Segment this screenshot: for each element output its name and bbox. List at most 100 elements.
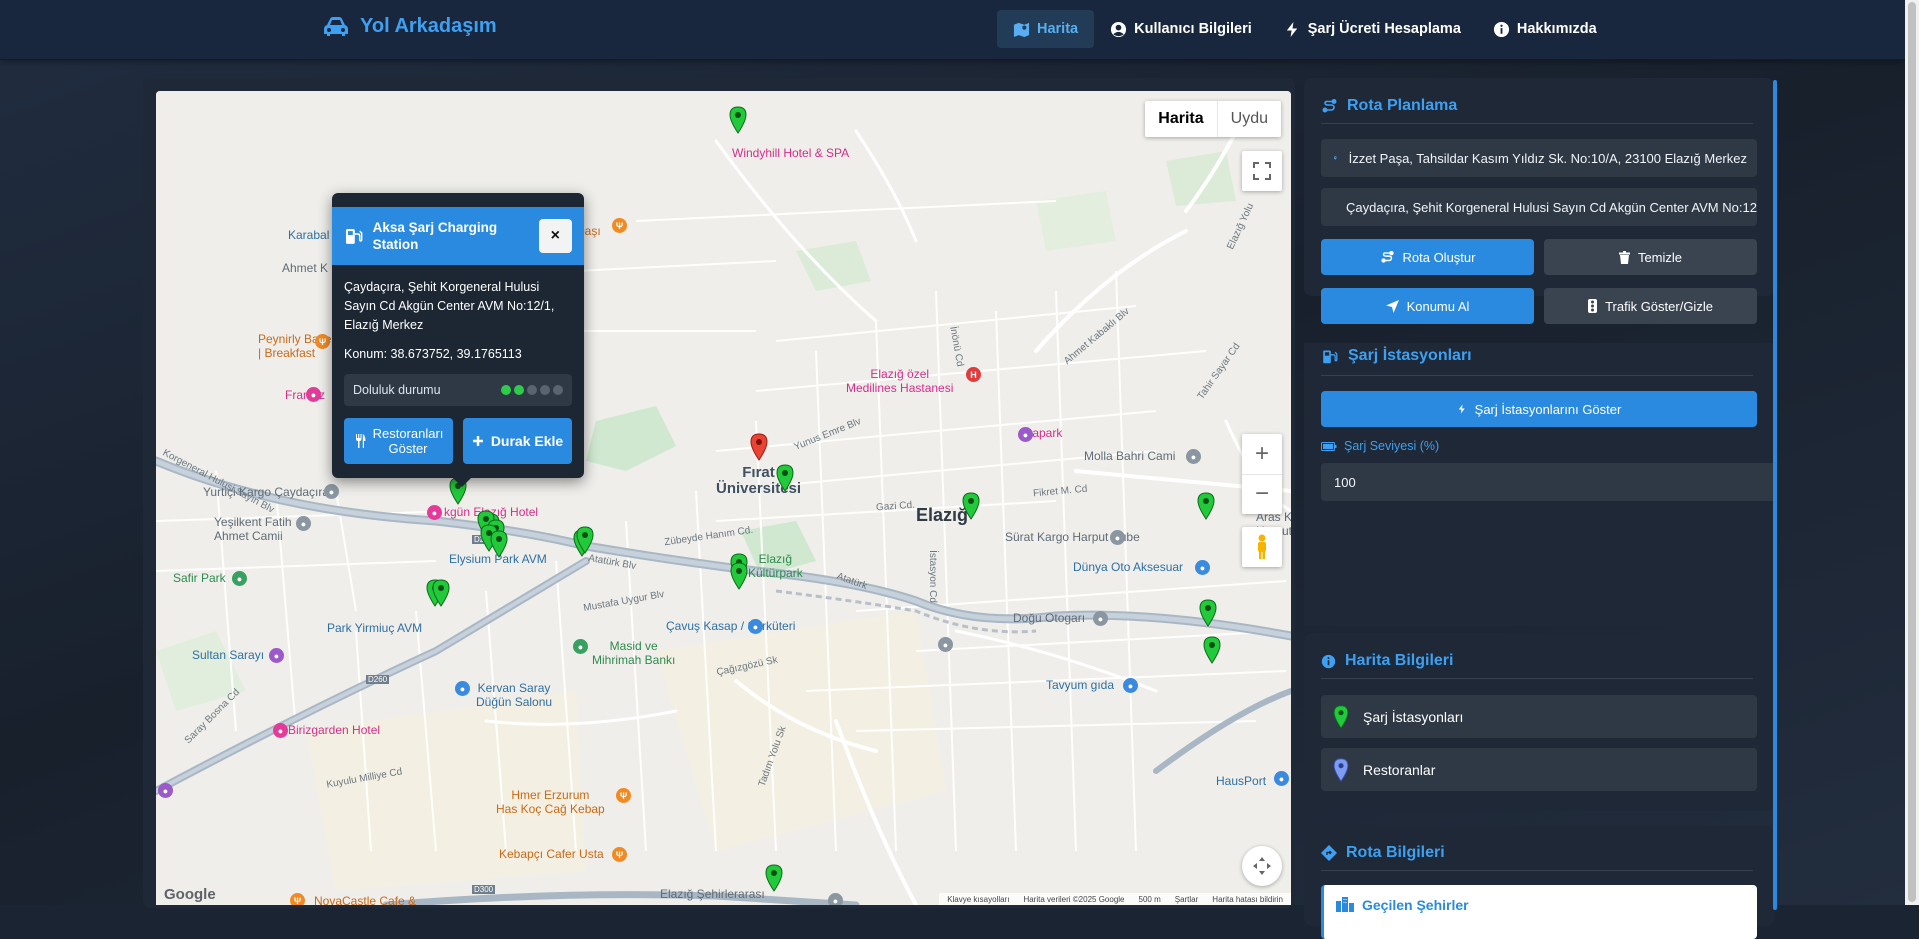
map-label-kervan[interactable]: Kervan Saray Düğün Salonu [476,681,552,709]
charging-station-marker-icon[interactable] [730,562,748,590]
grocery-poi-icon[interactable]: ● [1123,678,1138,693]
google-map[interactable]: Windyhill Hotel & SPA Karabal Ahmet K ba… [156,91,1291,905]
shopping-poi-icon[interactable]: ● [306,387,321,402]
map-label-windyhill[interactable]: Windyhill Hotel & SPA [732,146,849,160]
get-location-button[interactable]: Konumu Al [1321,288,1534,324]
map-label-molla[interactable]: Molla Bahri Cami [1084,449,1175,463]
charge-level-input[interactable]: 100 [1321,463,1774,501]
keyboard-shortcuts-link[interactable]: Klavye kısayolları [947,895,1009,904]
charging-station-marker-icon[interactable] [1203,636,1221,664]
bank-poi-icon[interactable]: ● [573,639,588,654]
charging-station-marker-icon[interactable] [1197,492,1215,520]
show-stations-button[interactable]: Şarj İstasyonlarını Göster [1321,391,1757,427]
destination-input[interactable]: Çaydaçıra, Şehit Korgeneral Hulusi Sayın… [1321,188,1757,226]
train-poi-icon[interactable]: ● [938,637,953,652]
nav-item-hakkimizda[interactable]: Hakkımızda [1477,10,1613,48]
shop-poi-icon[interactable]: ● [748,619,763,634]
landmark-poi-icon[interactable]: ● [158,783,173,798]
map-label-kulturpark[interactable]: Elazığ Kültürpark [748,552,803,580]
map-label-park-yirmiuc[interactable]: Park Yirmiuç AVM [327,621,422,635]
map-label-peynirly[interactable]: Peynirly Bakery | Breakfast [258,332,341,360]
nav-item-kullanici[interactable]: Kullanıcı Bilgileri [1094,10,1268,48]
charging-station-marker-icon[interactable] [576,526,594,554]
create-route-button[interactable]: Rota Oluştur [1321,239,1534,275]
close-icon: × [550,227,560,244]
charging-station-marker-icon[interactable] [432,579,450,607]
trash-icon [1618,250,1630,264]
palace-poi-icon[interactable]: ● [269,648,284,663]
restaurant-poi-icon[interactable]: Ψ [616,788,631,803]
navbar: Yol Arkadaşım Harita Kullanıcı Bilgileri… [0,0,1905,60]
restaurant-poi-icon[interactable]: Ψ [315,334,330,349]
charging-station-marker-icon[interactable] [765,864,783,892]
charging-station-marker-icon[interactable] [490,530,508,558]
map-label-dunya[interactable]: Dünya Oto Aksesuar [1073,560,1183,574]
charging-station-marker-icon[interactable] [776,464,794,492]
map-type-uydu-button[interactable]: Uydu [1218,101,1281,137]
shopping-poi-icon[interactable]: ● [1018,427,1033,442]
map-label-tavyum[interactable]: Tavyum gıda [1046,678,1114,692]
popup-coordinates: Konum: 38.673752, 39.1765113 [344,347,522,361]
map-label-sultan[interactable]: Sultan Sarayı [192,648,264,662]
occupancy-status: Doluluk durumu [344,374,572,406]
pegman-button[interactable] [1242,527,1282,567]
nav-item-harita[interactable]: Harita [997,10,1095,48]
map-label-birizgarden[interactable]: Birizgarden Hotel [288,723,380,737]
user-circle-icon [1111,21,1127,37]
brand[interactable]: Yol Arkadaşım [322,15,497,38]
origin-input[interactable]: İzzet Paşa, Tahsildar Kasım Yıldız Sk. N… [1321,139,1757,177]
restaurant-poi-icon[interactable]: Ψ [612,218,627,233]
hotel-poi-icon[interactable]: ● [427,505,442,520]
charging-station-marker-icon[interactable] [1199,599,1217,627]
clear-button[interactable]: Temizle [1544,239,1757,275]
show-restaurants-button[interactable]: Restoranları Göster [344,418,453,464]
toggle-traffic-button[interactable]: Trafik Göster/Gizle [1544,288,1757,324]
restaurant-poi-icon[interactable]: Ψ [290,893,305,905]
restaurant-poi-icon[interactable]: Ψ [612,847,627,862]
mosque-poi-icon[interactable]: ● [296,516,311,531]
charging-section: Şarj İstasyonları Şarj İstasyonlarını Gö… [1304,343,1774,626]
road-shield-d300: D300 [472,885,496,894]
bus-station-poi-icon[interactable]: ● [1093,611,1108,626]
popup-close-button[interactable]: × [538,219,572,253]
zoom-in-button[interactable]: + [1242,434,1282,475]
shop-poi-icon[interactable]: ● [1274,771,1289,786]
map-label-hausport[interactable]: HausPort [1216,774,1266,788]
mosque-poi-icon[interactable]: ● [1186,449,1201,464]
directions-icon [1321,845,1337,861]
map-label-kebapci[interactable]: Kebapçı Cafer Usta [499,847,604,861]
add-stop-button[interactable]: Durak Ekle [463,418,572,464]
fullscreen-button[interactable] [1242,151,1282,191]
sidebar-scrollbar[interactable] [1773,80,1777,910]
map-label-dogu[interactable]: Doğu Otogarı [1013,611,1085,625]
zoom-out-button[interactable]: − [1242,475,1282,515]
cargo-poi-icon[interactable]: ● [1110,530,1125,545]
venue-poi-icon[interactable]: ● [455,681,470,696]
camera-control-button[interactable] [1242,846,1282,886]
popup-address: Çaydaçıra, Şehit Korgeneral Hulusi Sayın… [344,280,555,332]
page-scrollbar[interactable] [1905,0,1919,905]
report-error-link[interactable]: Harita hatası bildirin [1212,895,1283,904]
hotel-poi-icon[interactable]: ● [273,723,288,738]
landmark-poi-icon[interactable]: ● [324,484,339,499]
map-label-hmerzurum[interactable]: Hmer Erzurum Has Koç Cağ Kebap [496,788,605,816]
map-label-medilines[interactable]: Elazığ özel Medilines Hastanesi [846,367,953,395]
charging-station-marker-icon[interactable] [729,106,747,134]
shop-poi-icon[interactable]: ● [1195,560,1210,575]
map-type-harita-button[interactable]: Harita [1145,101,1218,137]
nav-item-sarj-ucreti[interactable]: Şarj Ücreti Hesaplama [1268,10,1477,48]
section-title-text: Rota Bilgileri [1346,844,1445,861]
charging-station-marker-icon[interactable] [962,492,980,520]
landmark-poi-icon[interactable]: ● [828,893,843,905]
park-poi-icon[interactable]: ● [232,571,247,586]
map-label-masid[interactable]: Masid ve Mihrimah Bankı [592,639,675,667]
page-scrollbar-thumb[interactable] [1908,2,1916,902]
scale-text[interactable]: 500 m [1139,895,1161,904]
map-label-sehirlerarasi[interactable]: Elazığ Şehirlerarası [660,887,765,901]
terms-link[interactable]: Şartlar [1175,895,1199,904]
hospital-poi-icon[interactable]: H [966,367,981,382]
selected-location-marker-icon[interactable] [750,433,768,461]
map-label-cavus[interactable]: Çavuş Kasap / Şarküteri [666,619,795,633]
map-label-safir[interactable]: Safir Park [173,571,226,585]
map-label-yesilkent[interactable]: Yeşilkent Fatih Ahmet Camii [214,515,292,543]
